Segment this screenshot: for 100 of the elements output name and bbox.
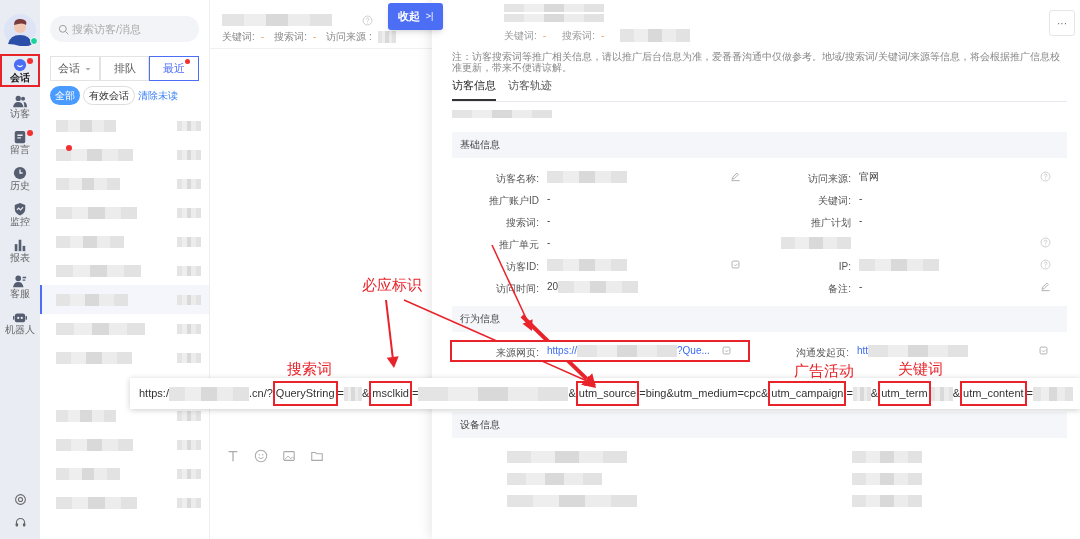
blurred-text [177, 352, 201, 363]
field-label: 访问来源: [808, 172, 851, 184]
section-title: 基础信息 [460, 138, 500, 152]
field-value: - [547, 214, 551, 228]
highlighted-parameter: utm_term [878, 381, 931, 406]
highlighted-parameter: utm_campaign [768, 381, 847, 406]
field-label: IP: [838, 260, 851, 272]
folder-icon [310, 449, 324, 463]
url-text: =bing&utm_medium=cpc& [639, 386, 769, 402]
collapse-button[interactable]: 收起 >| [388, 3, 443, 30]
shield-icon [13, 201, 27, 216]
field-value: - [547, 192, 551, 206]
highlighted-parameter: utm_content [960, 381, 1027, 406]
field-label: 推广账户ID [489, 194, 539, 206]
blurred-text [177, 149, 201, 160]
nav-item[interactable]: 报表 [0, 234, 40, 267]
clock-icon [13, 165, 27, 180]
blurred-text [852, 450, 922, 463]
blurred-text [56, 409, 116, 422]
nav-item[interactable]: 历史 [0, 162, 40, 195]
tab[interactable]: 排队 [99, 56, 150, 81]
text-icon [226, 449, 240, 463]
avatar [4, 14, 36, 46]
notice-text: 注：访客搜索词等推广相关信息，请以推广后台信息为准，爱番番沟通中仅做参考。地域/搜索词/关键词/来源等信息，将会根据推广信息校准更新，带来不便请谅解。 [452, 51, 1062, 73]
field-label: 访客名称: [496, 172, 539, 184]
url-text: & [870, 386, 879, 402]
copy-icon [730, 259, 741, 270]
url-text: https:/ [139, 386, 169, 402]
field-value: - [859, 280, 863, 294]
field-label: 搜索词: [506, 216, 539, 228]
field-label: 来源网页: [496, 346, 539, 358]
blurred-text [177, 294, 201, 305]
filter-chip[interactable]: 全部 [50, 86, 80, 105]
settings-icon [13, 493, 27, 506]
tab[interactable]: 访客轨迹 [508, 77, 552, 101]
search-icon [58, 24, 69, 35]
field-label: 沟通发起页: [796, 346, 849, 358]
blurred-text [177, 323, 201, 334]
meta-value: - [260, 30, 265, 44]
headset-icon [13, 516, 27, 529]
field-value: 20 [547, 280, 559, 294]
tab[interactable]: 访客信息 [452, 77, 496, 101]
person-icon [13, 273, 27, 288]
meta-label: 搜索词: [562, 28, 595, 43]
annotation-label: 广告活动 [794, 362, 854, 379]
field-label: 访客ID: [506, 260, 539, 272]
copy-icon [721, 345, 732, 356]
clear-unread-link[interactable]: 清除未读 [138, 88, 178, 103]
tab[interactable]: 会话 [50, 56, 100, 81]
url-text: = [846, 386, 853, 402]
document-icon [13, 129, 27, 144]
nav-item[interactable]: 监控 [0, 198, 40, 231]
nav-item[interactable]: 访客 [0, 90, 40, 123]
conversation-item[interactable] [40, 285, 209, 314]
blurred-text [177, 468, 201, 479]
annotation-label: 必应标识 [362, 276, 422, 293]
emoji-icon [254, 449, 268, 463]
nav-item[interactable]: 客服 [0, 270, 40, 303]
blurred-text [56, 235, 124, 248]
meta-label: 搜索词: [274, 30, 307, 44]
field-label: 推广单元 [499, 238, 539, 250]
blurred-text [930, 386, 953, 401]
nav-item[interactable]: 会话 [0, 54, 40, 87]
meta-value: - [600, 28, 605, 43]
more-button[interactable]: ··· [1049, 10, 1075, 36]
nav-item[interactable]: 机器人 [0, 306, 40, 339]
search-field[interactable]: 搜索访客/消息 [50, 16, 199, 42]
copy-icon [1038, 345, 1049, 356]
blurred-text [56, 467, 120, 480]
blurred-text [177, 178, 201, 189]
blurred-text [56, 293, 128, 306]
blurred-text [56, 177, 120, 190]
blurred-text [852, 386, 871, 401]
field-value: - [859, 214, 863, 228]
section-title: 设备信息 [460, 418, 500, 432]
blurred-text [177, 207, 201, 218]
field-label: 备注: [828, 282, 851, 294]
tab[interactable]: 最近 [149, 56, 199, 81]
meta-label: 关键词: [504, 28, 537, 43]
annotation-label: 搜索词 [287, 360, 332, 377]
nav-item[interactable]: 留言 [0, 126, 40, 159]
highlighted-parameter: msclkid [369, 381, 412, 406]
help-icon [1040, 171, 1051, 182]
url-link[interactable]: htt [857, 343, 869, 358]
meta-label: 关键词: [222, 30, 255, 44]
url-text: = [1026, 386, 1033, 402]
blurred-text [1033, 386, 1073, 401]
blurred-text [177, 497, 201, 508]
meta-value: - [542, 28, 547, 43]
url-link[interactable]: https:// [547, 343, 577, 358]
blurred-text [56, 119, 116, 132]
url-text: = [337, 386, 344, 402]
arrow [385, 299, 399, 368]
blurred-text [343, 386, 362, 401]
people-icon [13, 93, 27, 108]
help-icon [1040, 237, 1051, 248]
meta-label: 访问来源 : [326, 30, 372, 44]
field-value: - [547, 236, 551, 250]
url-link[interactable]: ?Que... [677, 343, 710, 358]
image-icon [282, 449, 296, 463]
